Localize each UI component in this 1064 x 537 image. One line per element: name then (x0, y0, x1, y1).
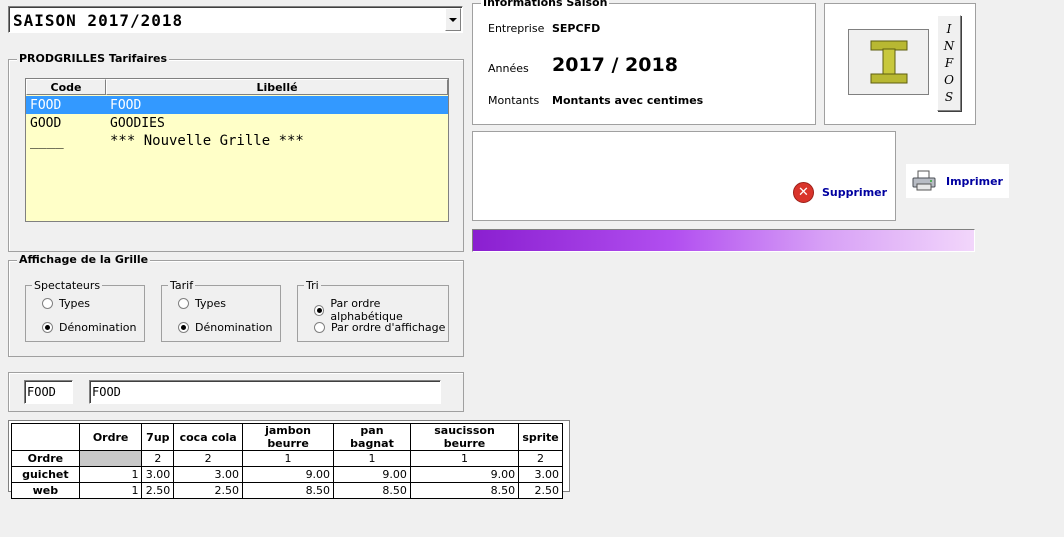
grid-cell (78, 450, 143, 467)
radio-unchecked-icon (42, 298, 53, 309)
progress-bar (472, 229, 975, 252)
i-beam-logo-icon (870, 40, 907, 84)
info-logo (848, 29, 929, 95)
grilles-list[interactable]: Code Libellé FOOD FOOD GOOD GOODIES ____… (25, 78, 449, 222)
grid-cell[interactable]: 3.00 (518, 466, 563, 483)
chevron-down-icon (449, 17, 457, 22)
season-select-value: SAISON 2017/2018 (13, 11, 184, 30)
grid-cell[interactable]: 3.00 (173, 466, 244, 483)
actions-panel: ✕ Supprimer (472, 131, 896, 221)
grid-cell[interactable]: 1 (242, 450, 335, 467)
grilles-group: PRODGRILLES Tarifaires Code Libellé FOOD… (8, 52, 464, 252)
tri-group: Tri Par ordre alphabétique Par ordre d'a… (297, 279, 449, 342)
list-item[interactable]: ____ *** Nouvelle Grille *** (26, 132, 448, 150)
grid-cell[interactable]: 2 (173, 450, 244, 467)
row-header-guichet: guichet (11, 466, 80, 483)
grid-header-saucisson-beurre: saucisson beurre (409, 423, 520, 451)
infos-button[interactable]: I N F O S (937, 15, 961, 111)
radio-checked-icon (42, 322, 53, 333)
radio-checked-icon (314, 304, 325, 316)
grid-cell[interactable]: 9.00 (333, 466, 411, 483)
code-input[interactable]: FOOD (24, 380, 73, 404)
table-row: guichet 1 3.00 3.00 9.00 9.00 9.00 3.00 (11, 466, 563, 483)
radio-unchecked-icon (178, 298, 189, 309)
annees-value: 2017 / 2018 (552, 54, 678, 76)
info-saison-group: Informations Saison Entreprise SEPCFD An… (472, 0, 816, 125)
supprimer-button[interactable]: ✕ Supprimer (793, 182, 887, 203)
grid-cell[interactable]: 8.50 (409, 482, 520, 499)
radio-unchecked-icon (314, 322, 325, 333)
affichage-group: Affichage de la Grille Spectateurs Types… (8, 253, 464, 357)
spectateurs-group: Spectateurs Types Dénomination (25, 279, 145, 342)
tri-label: Tri (304, 279, 321, 292)
grid-header-pan-bagnat: pan bagnat (333, 423, 411, 451)
grid-cell[interactable]: 9.00 (409, 466, 520, 483)
delete-icon: ✕ (793, 182, 814, 203)
grid-header-7up: 7up (141, 423, 175, 451)
libelle-input[interactable]: FOOD (89, 380, 441, 404)
col-header-libelle[interactable]: Libellé (106, 79, 448, 95)
tarif-denomination-radio[interactable]: Dénomination (178, 321, 273, 334)
tarif-group: Tarif Types Dénomination (161, 279, 281, 342)
tarif-types-radio[interactable]: Types (178, 297, 226, 310)
entreprise-value: SEPCFD (552, 22, 601, 35)
season-select[interactable]: SAISON 2017/2018 (8, 6, 463, 33)
grid-cell[interactable]: 1 (78, 466, 143, 483)
affichage-group-title: Affichage de la Grille (17, 253, 151, 266)
tarif-grid-table: Ordre 7up coca cola jambon beurre pan ba… (11, 423, 563, 499)
col-header-code[interactable]: Code (26, 79, 106, 95)
grid-cell[interactable]: 2.50 (141, 482, 175, 499)
spectateurs-denomination-radio[interactable]: Dénomination (42, 321, 137, 334)
printer-icon (912, 170, 936, 191)
entreprise-label: Entreprise (488, 22, 545, 35)
grid-corner (11, 423, 80, 451)
grid-cell[interactable]: 2 (141, 450, 175, 467)
grid-cell[interactable]: 3.00 (141, 466, 175, 483)
grid-cell[interactable]: 1 (409, 450, 520, 467)
grid-header-coca-cola: coca cola (173, 423, 244, 451)
montants-label: Montants (488, 94, 540, 107)
row-header-web: web (11, 482, 80, 499)
list-item[interactable]: FOOD FOOD (26, 96, 448, 114)
table-row: Ordre 2 2 1 1 1 2 (11, 450, 563, 467)
list-item[interactable]: GOOD GOODIES (26, 114, 448, 132)
grid-cell[interactable]: 2 (518, 450, 563, 467)
annees-label: Années (488, 62, 529, 75)
imprimer-button[interactable]: Imprimer (906, 164, 1009, 198)
montants-value: Montants avec centimes (552, 94, 704, 107)
radio-checked-icon (178, 322, 189, 333)
table-row: web 1 2.50 2.50 8.50 8.50 8.50 2.50 (11, 482, 563, 499)
grid-header-jambon-beurre: jambon beurre (242, 423, 335, 451)
grid-cell[interactable]: 8.50 (242, 482, 335, 499)
tarif-label: Tarif (168, 279, 196, 292)
grid-cell[interactable]: 8.50 (333, 482, 411, 499)
tri-alphabetique-radio[interactable]: Par ordre alphabétique (314, 297, 448, 323)
grid-cell[interactable]: 1 (78, 482, 143, 499)
grid-header-sprite: sprite (518, 423, 563, 451)
grid-cell[interactable]: 1 (333, 450, 411, 467)
grid-header-ordre: Ordre (78, 423, 143, 451)
tarif-grid[interactable]: Ordre 7up coca cola jambon beurre pan ba… (8, 420, 570, 499)
tri-affichage-radio[interactable]: Par ordre d'affichage (314, 321, 445, 334)
code-field-group: FOOD FOOD (8, 372, 464, 412)
dropdown-arrow-button[interactable] (445, 8, 461, 31)
infos-panel: I N F O S (824, 3, 976, 125)
grid-cell[interactable]: 2.50 (518, 482, 563, 499)
spectateurs-label: Spectateurs (32, 279, 103, 292)
info-saison-title: Informations Saison (481, 0, 610, 9)
spectateurs-types-radio[interactable]: Types (42, 297, 90, 310)
grid-cell[interactable]: 2.50 (173, 482, 244, 499)
grilles-group-title: PRODGRILLES Tarifaires (17, 52, 170, 65)
row-header-ordre: Ordre (11, 450, 80, 467)
grid-cell[interactable]: 9.00 (242, 466, 335, 483)
